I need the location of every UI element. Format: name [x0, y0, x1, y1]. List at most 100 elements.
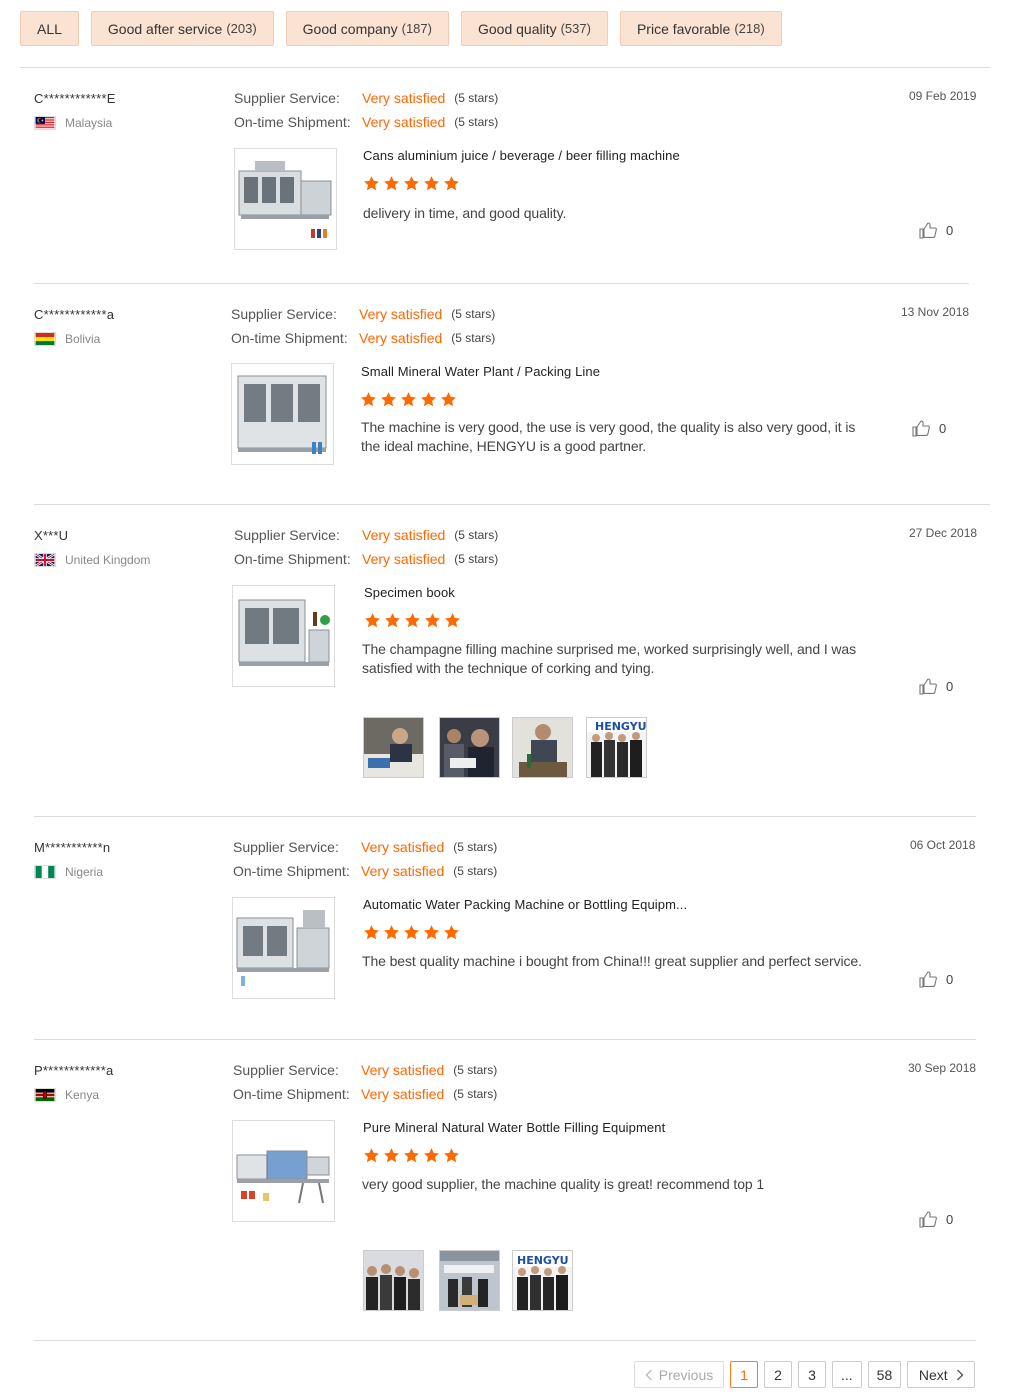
rating-value: Very satisfied — [361, 863, 445, 879]
machine-image — [237, 375, 327, 454]
page-button-3[interactable]: 3 — [798, 1361, 826, 1388]
rating-label: On-time Shipment: — [234, 551, 351, 567]
nigeria-flag-icon — [34, 865, 56, 879]
like-button[interactable]: 0 — [919, 678, 953, 695]
previous-label: Previous — [658, 1366, 714, 1383]
pagination: Previous 1 2 3 ... 58 Next — [634, 1361, 976, 1388]
reviewer-country: Kenya — [34, 1088, 99, 1102]
rating-value: Very satisfied — [361, 839, 445, 855]
reviewer-country: Nigeria — [34, 865, 103, 879]
thumbs-up-icon — [919, 1211, 937, 1228]
rating-label: On-time Shipment: — [231, 330, 348, 346]
product-title[interactable]: Specimen book — [364, 585, 455, 600]
reviewer-name: C************a — [34, 307, 115, 322]
product-thumbnail[interactable] — [232, 897, 335, 999]
supplier-service-rating: Supplier Service: Very satisfied (5 stars) — [233, 1058, 497, 1082]
filter-tag-label: Price favorable — [636, 20, 731, 37]
star-icon — [364, 925, 379, 940]
filter-tag-good-company[interactable]: Good company (187) — [285, 11, 449, 46]
star-icon — [364, 1148, 379, 1163]
divider — [20, 67, 990, 68]
filter-tag-good-quality[interactable]: Good quality (537) — [460, 11, 608, 46]
filter-tag-good-after-service[interactable]: Good after service (203) — [90, 11, 274, 46]
star-icon — [381, 392, 396, 407]
page-button-2[interactable]: 2 — [764, 1361, 792, 1388]
customer-photo[interactable]: HENGYU — [512, 1250, 573, 1311]
star-icon — [425, 613, 440, 628]
customer-photo[interactable]: HENGYU — [586, 717, 647, 778]
product-thumbnail[interactable] — [232, 585, 335, 687]
product-thumbnail[interactable] — [234, 148, 337, 250]
next-page-button[interactable]: Next — [907, 1361, 976, 1388]
page-button-1[interactable]: 1 — [730, 1361, 758, 1388]
rating-stars-text: (5 stars) — [451, 307, 496, 321]
rating-stars-text: (5 stars) — [453, 1063, 498, 1077]
rating-value: Very satisfied — [359, 330, 443, 346]
star-rating — [363, 1147, 460, 1164]
customer-photo[interactable] — [363, 717, 424, 778]
rating-value: Very satisfied — [361, 1062, 445, 1078]
photo-image: HENGYU — [587, 718, 646, 777]
customer-photo[interactable] — [439, 1250, 500, 1311]
supplier-service-rating: Supplier Service: Very satisfied (5 stars) — [234, 86, 498, 110]
customer-photo[interactable] — [363, 1250, 424, 1311]
country-name: Bolivia — [65, 332, 101, 346]
page-button-58[interactable]: 58 — [867, 1361, 902, 1388]
thumbs-up-icon — [912, 420, 930, 437]
filter-tag-all[interactable]: ALL — [20, 11, 79, 46]
like-button[interactable]: 0 — [919, 1211, 953, 1228]
star-icon — [385, 613, 400, 628]
like-button[interactable]: 0 — [912, 420, 946, 437]
star-icon — [404, 176, 419, 191]
rating-value: Very satisfied — [362, 114, 446, 130]
ontime-shipment-rating: On-time Shipment: Very satisfied (5 stars) — [233, 1082, 497, 1106]
service-ratings: Supplier Service: Very satisfied (5 stars)… — [234, 86, 498, 134]
reviewer-country: Bolivia — [34, 332, 100, 346]
service-ratings: Supplier Service: Very satisfied (5 stars)… — [231, 302, 495, 350]
filter-tag-count: (203) — [226, 21, 257, 36]
photo-image — [440, 1251, 499, 1310]
supplier-service-rating: Supplier Service: Very satisfied (5 stars) — [231, 302, 495, 326]
rating-value: Very satisfied — [362, 90, 446, 106]
service-ratings: Supplier Service: Very satisfied (5 stars)… — [233, 1058, 497, 1106]
divider — [34, 283, 969, 284]
star-icon — [384, 1148, 399, 1163]
uk-flag-icon — [34, 553, 56, 567]
rating-label: On-time Shipment: — [233, 863, 350, 879]
filter-tag-label: Good after service — [107, 20, 223, 37]
country-name: Malaysia — [65, 116, 113, 130]
product-title[interactable]: Automatic Water Packing Machine or Bottl… — [363, 897, 687, 912]
previous-page-button[interactable]: Previous — [634, 1361, 724, 1388]
rating-stars-text: (5 stars) — [451, 331, 496, 345]
product-thumbnail[interactable] — [231, 363, 334, 465]
star-icon — [424, 1148, 439, 1163]
like-button[interactable]: 0 — [919, 971, 953, 988]
star-icon — [404, 925, 419, 940]
service-ratings: Supplier Service: Very satisfied (5 stars)… — [234, 523, 498, 571]
customer-photo[interactable] — [512, 717, 573, 778]
rating-label: Supplier Service: — [234, 90, 340, 106]
review-filter-tags: ALL Good after service (203) Good company… — [20, 11, 782, 46]
star-icon — [405, 613, 420, 628]
supplier-service-rating: Supplier Service: Very satisfied (5 stars) — [233, 835, 497, 859]
machine-image — [238, 161, 332, 238]
country-name: United Kingdom — [65, 553, 151, 567]
like-button[interactable]: 0 — [919, 222, 953, 239]
reviewer-name: M***********n — [34, 840, 111, 855]
product-title[interactable]: Pure Mineral Natural Water Bottle Fillin… — [363, 1120, 665, 1135]
like-count: 0 — [939, 421, 947, 436]
product-title[interactable]: Small Mineral Water Plant / Packing Line — [361, 364, 600, 379]
photo-caption-text: HENGYU — [517, 1254, 569, 1267]
rating-label: Supplier Service: — [231, 306, 337, 322]
review-date: 09 Feb 2019 — [909, 89, 977, 103]
product-title[interactable]: Cans aluminium juice / beverage / beer f… — [363, 148, 680, 163]
customer-photo[interactable] — [439, 717, 500, 778]
ontime-shipment-rating: On-time Shipment: Very satisfied (5 stars) — [233, 859, 497, 883]
star-icon — [364, 176, 379, 191]
product-thumbnail[interactable] — [232, 1120, 335, 1222]
photo-image: HENGYU — [513, 1251, 572, 1310]
filter-tag-price-favorable[interactable]: Price favorable (218) — [619, 11, 782, 46]
like-count: 0 — [946, 1212, 954, 1227]
malaysia-flag-icon — [34, 116, 56, 130]
star-icon — [444, 925, 459, 940]
